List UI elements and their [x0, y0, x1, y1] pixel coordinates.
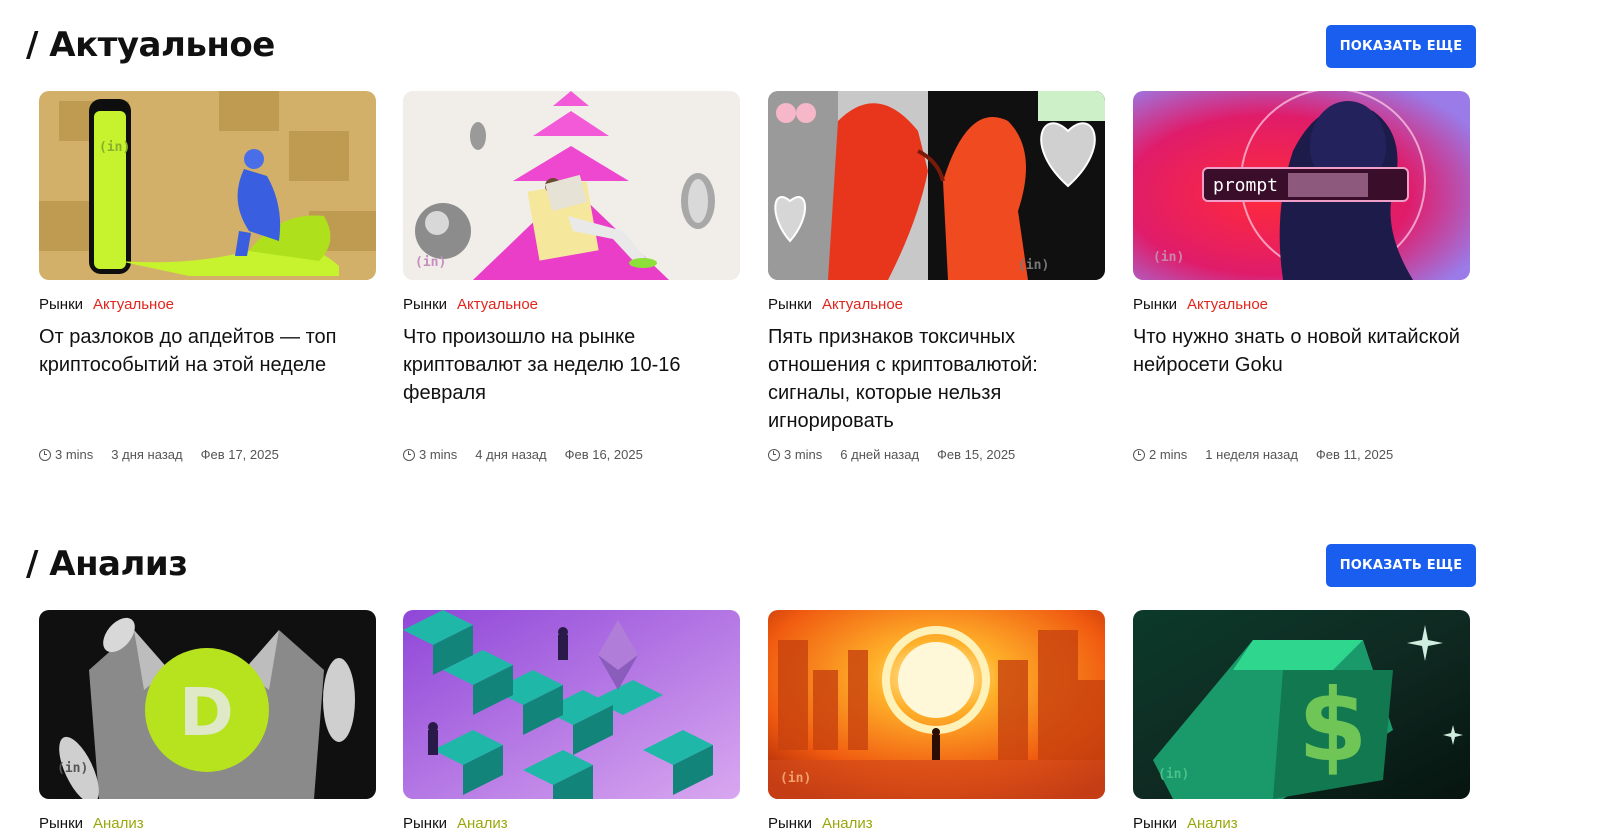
article-thumbnail[interactable]: (in) — [39, 91, 376, 280]
published-ago: 1 неделя назад — [1205, 447, 1298, 462]
article-meta: 2 mins 1 неделя назад Фев 11, 2025 — [1133, 447, 1393, 462]
article-meta: 3 mins 3 дня назад Фев 17, 2025 — [39, 447, 279, 462]
read-time: 3 mins — [55, 447, 94, 462]
tag-link[interactable]: Анализ — [93, 815, 144, 832]
article-title[interactable]: Что нужно знать о новой китайской нейрос… — [1133, 323, 1470, 379]
clock-icon — [403, 448, 415, 461]
article-meta: 3 mins 4 дня назад Фев 16, 2025 — [403, 447, 643, 462]
section-title: / Актуальное — [26, 25, 275, 65]
card-categories: Рынки Анализ — [1133, 815, 1238, 832]
tag-link[interactable]: Актуальное — [93, 296, 174, 313]
category-link[interactable]: Рынки — [39, 296, 83, 313]
article-title[interactable]: От разлоков до апдейтов — топ криптособы… — [39, 323, 376, 379]
watermark-logo: (in) — [1018, 258, 1049, 273]
article-card[interactable]: $ (in) Рынки Анализ — [1133, 610, 1470, 832]
tag-link[interactable]: Анализ — [1187, 815, 1238, 832]
article-thumbnail[interactable]: (in) — [768, 91, 1105, 280]
article-card[interactable]: (in) Рынки Актуальное Что произошло на ры… — [403, 91, 740, 462]
prompt-text: prompt — [1213, 175, 1278, 196]
watermark-logo: (in) — [1158, 767, 1189, 782]
clock-icon — [768, 448, 780, 461]
article-thumbnail[interactable]: prompt (in) — [1133, 91, 1470, 280]
svg-text:D: D — [179, 674, 234, 751]
read-time: 3 mins — [419, 447, 458, 462]
svg-text:$: $ — [1298, 667, 1368, 784]
category-link[interactable]: Рынки — [768, 815, 812, 832]
article-thumbnail[interactable]: D (in) — [39, 610, 376, 799]
show-more-button[interactable]: ПОКАЗАТЬ ЕЩЕ — [1326, 25, 1476, 68]
section-current: / Актуальное ПОКАЗАТЬ ЕЩЕ (in) Рынки Акт… — [0, 25, 1600, 475]
card-categories: Рынки Анализ — [39, 815, 144, 832]
tag-link[interactable]: Анализ — [822, 815, 873, 832]
article-title[interactable]: Что произошло на рынке криптовалют за не… — [403, 323, 740, 407]
tag-link[interactable]: Анализ — [457, 815, 508, 832]
published-date: Фев 11, 2025 — [1315, 447, 1394, 462]
watermark-logo: (in) — [780, 771, 811, 786]
article-card[interactable]: (in) Рынки Актуальное От разлоков до апде… — [39, 91, 376, 462]
tag-link[interactable]: Актуальное — [457, 296, 538, 313]
published-ago: 6 дней назад — [840, 447, 920, 462]
article-thumbnail[interactable] — [403, 610, 740, 799]
published-date: Фев 16, 2025 — [564, 447, 643, 462]
card-categories: Рынки Актуальное — [39, 296, 174, 313]
read-time: 2 mins — [1149, 447, 1188, 462]
watermark-logo: (in) — [415, 255, 446, 270]
watermark-logo: (in) — [57, 761, 88, 776]
published-ago: 4 дня назад — [475, 447, 547, 462]
section-title: / Анализ — [26, 544, 188, 584]
watermark-logo: (in) — [99, 140, 130, 155]
article-meta: 3 mins 6 дней назад Фев 15, 2025 — [768, 447, 1015, 462]
article-card[interactable]: (in) Рынки Анализ — [768, 610, 1105, 832]
article-card[interactable]: prompt (in) Рынки Актуальное Что нужно зн… — [1133, 91, 1470, 462]
card-categories: Рынки Актуальное — [1133, 296, 1268, 313]
category-link[interactable]: Рынки — [1133, 296, 1177, 313]
card-categories: Рынки Актуальное — [403, 296, 538, 313]
category-link[interactable]: Рынки — [768, 296, 812, 313]
article-card[interactable]: D (in) Рынки Анализ — [39, 610, 376, 832]
category-link[interactable]: Рынки — [39, 815, 83, 832]
published-ago: 3 дня назад — [111, 447, 183, 462]
article-thumbnail[interactable]: (in) — [403, 91, 740, 280]
article-thumbnail[interactable]: $ (in) — [1133, 610, 1470, 799]
show-more-button[interactable]: ПОКАЗАТЬ ЕЩЕ — [1326, 544, 1476, 587]
category-link[interactable]: Рынки — [1133, 815, 1177, 832]
category-link[interactable]: Рынки — [403, 296, 447, 313]
article-card[interactable]: Рынки Анализ — [403, 610, 740, 832]
card-categories: Рынки Анализ — [768, 815, 873, 832]
published-date: Фев 15, 2025 — [937, 447, 1016, 462]
article-thumbnail[interactable]: (in) — [768, 610, 1105, 799]
tag-link[interactable]: Актуальное — [1187, 296, 1268, 313]
published-date: Фев 17, 2025 — [200, 447, 279, 462]
tag-link[interactable]: Актуальное — [822, 296, 903, 313]
clock-icon — [1133, 448, 1145, 461]
read-time: 3 mins — [784, 447, 823, 462]
watermark-logo: (in) — [1153, 250, 1184, 265]
card-categories: Рынки Актуальное — [768, 296, 903, 313]
article-card[interactable]: (in) Рынки Актуальное Пять признаков токс… — [768, 91, 1105, 462]
clock-icon — [39, 448, 51, 461]
category-link[interactable]: Рынки — [403, 815, 447, 832]
article-title[interactable]: Пять признаков токсичных отношения с кри… — [768, 323, 1105, 435]
card-categories: Рынки Анализ — [403, 815, 508, 832]
section-analysis: / Анализ ПОКАЗАТЬ ЕЩЕ D (in) Рынки Анали… — [0, 544, 1600, 832]
